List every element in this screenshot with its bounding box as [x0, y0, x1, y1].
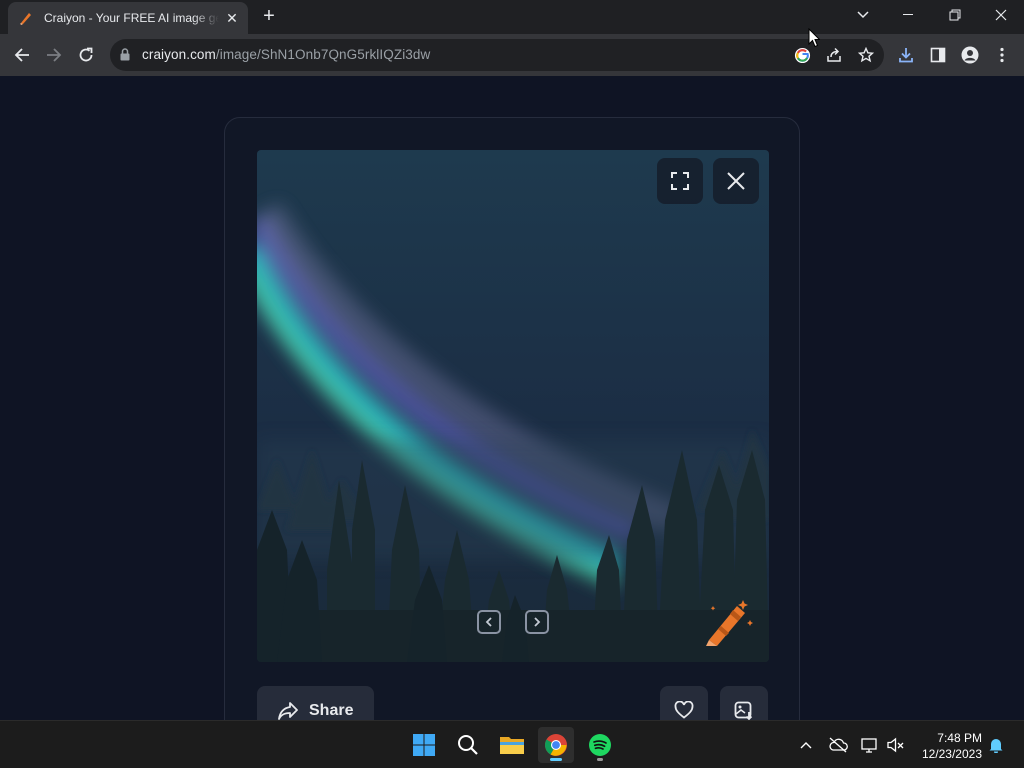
share-page-button[interactable]	[824, 45, 844, 65]
tab-strip: Craiyon - Your FREE AI image generator ✕…	[0, 0, 1024, 34]
chevron-right-icon	[534, 617, 541, 627]
arrow-right-icon	[47, 48, 62, 62]
url-domain: craiyon.com	[142, 47, 216, 62]
generated-image[interactable]	[257, 150, 769, 662]
download-icon	[899, 48, 913, 63]
running-app-indicator	[597, 758, 603, 761]
craiyon-logo-icon	[706, 600, 753, 646]
chevron-up-icon	[800, 742, 812, 749]
share-label: Share	[309, 702, 354, 719]
chevron-down-icon	[857, 11, 869, 19]
close-icon	[995, 9, 1007, 21]
windows-taskbar: 7:48 PM 12/23/2023	[0, 720, 1024, 768]
chevron-left-icon	[485, 617, 492, 627]
google-icon	[794, 47, 810, 63]
reload-button[interactable]	[71, 40, 101, 70]
arrow-left-icon	[14, 48, 29, 62]
lock-icon	[120, 48, 130, 61]
close-window-button[interactable]	[978, 0, 1024, 30]
side-panel-icon	[930, 47, 946, 63]
minimize-icon	[903, 14, 913, 15]
star-icon	[858, 47, 874, 63]
profile-button[interactable]	[960, 45, 980, 65]
google-lens-button[interactable]	[792, 45, 812, 65]
url-text: craiyon.com/image/ShN1Onb7QnG5rklIQZi3dw	[142, 47, 430, 62]
notifications-button[interactable]	[986, 735, 1006, 755]
image-card: Share	[224, 117, 800, 720]
restore-icon	[949, 9, 961, 21]
reload-icon	[79, 47, 93, 62]
spotify-taskbar-button[interactable]	[582, 727, 618, 763]
folder-icon	[500, 737, 524, 754]
share-button[interactable]: Share	[257, 686, 374, 720]
side-panel-button[interactable]	[928, 45, 948, 65]
speaker-muted-icon	[887, 737, 904, 753]
crayon-favicon-icon	[20, 13, 31, 25]
file-explorer-button[interactable]	[494, 727, 530, 763]
page-content: Share	[0, 76, 1024, 720]
share-arrow-icon	[827, 47, 841, 62]
network-button[interactable]	[860, 735, 880, 755]
previous-image-button[interactable]	[477, 610, 501, 634]
heart-icon	[674, 701, 694, 719]
tab-search-button[interactable]	[840, 0, 886, 30]
kebab-menu-icon	[1000, 47, 1004, 63]
show-hidden-icons-button[interactable]	[796, 735, 816, 755]
profile-icon	[961, 46, 979, 64]
windows-logo-icon	[413, 734, 435, 756]
search-icon	[458, 735, 478, 755]
clock-time: 7:48 PM	[937, 731, 982, 745]
new-tab-button[interactable]: +	[258, 6, 280, 28]
address-bar[interactable]: craiyon.com/image/ShN1Onb7QnG5rklIQZi3dw	[110, 39, 884, 71]
chrome-menu-button[interactable]	[992, 45, 1012, 65]
forward-button[interactable]	[39, 40, 69, 70]
spotify-icon	[589, 734, 611, 756]
downloads-button[interactable]	[896, 45, 916, 65]
search-button[interactable]	[450, 727, 486, 763]
image-download-icon	[734, 701, 753, 720]
volume-button[interactable]	[886, 735, 906, 755]
rainbow-forest-image	[257, 150, 769, 662]
fullscreen-icon	[671, 172, 689, 190]
close-icon	[727, 172, 745, 190]
next-image-button[interactable]	[525, 610, 549, 634]
restore-button[interactable]	[932, 0, 978, 30]
onedrive-button[interactable]	[828, 735, 848, 755]
tab-title: Craiyon - Your FREE AI image generator	[44, 11, 219, 25]
save-image-button[interactable]	[720, 686, 768, 720]
bell-icon	[989, 739, 1003, 753]
browser-toolbar: craiyon.com/image/ShN1Onb7QnG5rklIQZi3dw	[0, 34, 1024, 76]
chrome-taskbar-button[interactable]	[538, 727, 574, 763]
taskbar-clock[interactable]: 7:48 PM 12/23/2023	[916, 730, 982, 762]
minimize-button[interactable]	[886, 0, 932, 30]
favorite-button[interactable]	[660, 686, 708, 720]
browser-tab-craiyon[interactable]: Craiyon - Your FREE AI image generator ✕	[8, 2, 248, 34]
url-path: /image/ShN1Onb7QnG5rklIQZi3dw	[215, 47, 431, 62]
close-tab-icon[interactable]: ✕	[224, 10, 240, 26]
share-icon	[278, 702, 298, 720]
back-button[interactable]	[7, 40, 37, 70]
fullscreen-button[interactable]	[657, 158, 703, 204]
clock-date: 12/23/2023	[921, 747, 982, 761]
close-image-button[interactable]	[713, 158, 759, 204]
network-icon	[861, 738, 877, 753]
start-button[interactable]	[406, 727, 442, 763]
mouse-cursor-icon	[808, 28, 820, 48]
active-app-indicator	[550, 758, 562, 761]
chrome-icon	[545, 734, 567, 756]
bookmark-button[interactable]	[856, 45, 876, 65]
cloud-off-icon	[829, 737, 848, 753]
